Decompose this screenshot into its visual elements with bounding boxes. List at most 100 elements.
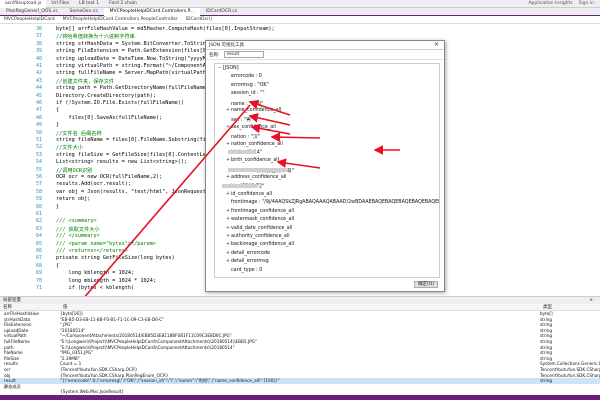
- json-node-label: nation_confidence_all: [231, 141, 283, 147]
- code-line[interactable]: Directory.CreateDirectory(path);: [56, 93, 156, 99]
- nav-dropdown[interactable]: IDCardOcr(): [182, 17, 217, 22]
- json-node-label: errorcode : 0: [231, 74, 262, 80]
- json-tree-node[interactable]: name : "甩甩": [226, 100, 263, 107]
- column-type[interactable]: 类型: [540, 304, 600, 310]
- code-line[interactable]: //文件名 后缀名称: [56, 130, 102, 137]
- json-tree-node[interactable]: session_id : "": [226, 91, 265, 96]
- json-tree-view[interactable]: −[JSON] errorcode : 0 errormsg : "OK" sessi…: [214, 63, 440, 278]
- navigation-bar: MVCPeopleHelpIDCard MVCPeopleHelpIDCard.C…: [0, 16, 600, 24]
- line-number: 37: [35, 33, 42, 40]
- json-tree-node[interactable]: +backimage_confidence_all: [226, 242, 294, 247]
- json-tree-node[interactable]: +detail_errorcode: [226, 251, 270, 256]
- json-tree-node[interactable]: address : "云南省昆明市 号": [226, 167, 294, 174]
- json-visualizer-dialog: JSON 可视化工具 × 名称: result −[JSON] errorcode…: [205, 40, 445, 292]
- code-line[interactable]: /// 获取文件大小: [56, 226, 100, 233]
- json-node-label: birth_confidence_all: [231, 158, 279, 164]
- json-node-label: authority_confidence_all: [231, 234, 290, 239]
- code-line[interactable]: //创建文件夹，保存文件: [56, 78, 114, 85]
- code-line[interactable]: files[0].SaveAs(fullFileName);: [56, 115, 162, 121]
- title-tab[interactable]: LB test 1: [74, 0, 104, 8]
- json-tree-node[interactable]: birth : "1 14": [226, 150, 262, 156]
- code-line[interactable]: if (bytes < kblength): [56, 285, 134, 291]
- json-tree-node[interactable]: +nation_confidence_all: [226, 142, 283, 147]
- code-line[interactable]: OCR ocr = new OCR(fullFileName,2);: [56, 174, 162, 180]
- line-number: 60: [35, 203, 42, 210]
- document-tab[interactable]: PlanRegGenerl_OOS.cs: [0, 8, 64, 16]
- code-line[interactable]: if (!System.IO.File.Exists(fullFileName)…: [56, 100, 184, 106]
- code-line[interactable]: }: [56, 122, 59, 128]
- document-tab[interactable]: SomeGen.cs: [64, 8, 104, 16]
- json-tree-node[interactable]: errorcode : 0: [226, 74, 262, 79]
- code-line[interactable]: /// <summary>: [56, 218, 97, 224]
- document-tab[interactable]: MVCPeopleHelpIDCard.Controllers.P...: [103, 7, 200, 16]
- line-number: 68: [35, 262, 42, 269]
- title-right-item[interactable]: Sign in: [579, 1, 594, 6]
- code-line[interactable]: string fullFileName = Server.MapPath(vir…: [56, 70, 212, 76]
- code-line[interactable]: string path = Path.GetDirectoryName(full…: [56, 85, 212, 91]
- code-line[interactable]: //调用OCR识别: [56, 167, 92, 174]
- title-tab[interactable]: asnlfileupload.js: [0, 0, 47, 8]
- json-tree-node[interactable]: +frontimage_confidence_all: [226, 209, 294, 214]
- code-line[interactable]: string fileSize = GetFileSize(files[0].C…: [56, 152, 225, 158]
- title-right-group: Application Insights Sign in: [528, 1, 600, 6]
- json-tree-node[interactable]: +sex_confidence_all: [226, 125, 276, 130]
- code-line[interactable]: {: [56, 107, 59, 113]
- document-tab[interactable]: IDCardOCR.cs: [200, 8, 243, 16]
- line-number: 38: [35, 40, 42, 47]
- code-line[interactable]: long mbLength = 1024 * 1024;: [56, 278, 155, 284]
- expression-label: 名称:: [209, 52, 220, 58]
- json-node-label: detail_errorcode: [231, 250, 270, 256]
- close-icon[interactable]: ×: [589, 297, 597, 304]
- json-tree-node[interactable]: card_type : 0: [226, 268, 262, 273]
- redaction-mask: [222, 183, 259, 188]
- json-tree-node[interactable]: +authority_confidence_all: [226, 234, 290, 239]
- code-line[interactable]: long kblength = 1024;: [56, 270, 134, 276]
- line-number: 69: [35, 270, 42, 277]
- code-line[interactable]: private string GetFileSize(long bytes): [56, 255, 175, 261]
- line-number: 49: [35, 122, 42, 129]
- json-tree-node[interactable]: sex : "男": [226, 116, 253, 123]
- title-right-item[interactable]: Application Insights: [528, 1, 572, 6]
- line-number: 64: [35, 233, 42, 240]
- json-tree-node[interactable]: nation : "汉": [226, 133, 260, 140]
- code-line[interactable]: string uploadDate = DateTime.Now.ToStrin…: [56, 56, 225, 62]
- json-tree-node[interactable]: frontimage : "/9j/4AAQSkZJRgABAQAAAQABAA…: [226, 200, 439, 205]
- json-tree-node[interactable]: +detail_errormsg: [226, 259, 269, 264]
- code-line[interactable]: /// </summary>: [56, 233, 100, 239]
- code-line[interactable]: List<string> results = new List<string>(…: [56, 159, 187, 165]
- code-line[interactable]: results.Add(ocr.result);: [56, 181, 131, 187]
- json-tree-node[interactable]: +valid_date_confidence_all: [226, 226, 292, 231]
- line-number: 54: [35, 159, 42, 166]
- expression-field[interactable]: result: [223, 51, 264, 58]
- code-line[interactable]: byte[] arrFileHashValue = md5Hasher.Comp…: [56, 26, 275, 32]
- dialog-title: JSON 可视化工具: [209, 43, 245, 48]
- code-line[interactable]: {: [56, 263, 59, 269]
- code-line[interactable]: //将哈希值转换为十六进制字符串: [56, 33, 135, 40]
- json-node-label: session_id : "": [231, 91, 265, 97]
- code-line[interactable]: /// <returns></returns>: [56, 248, 128, 254]
- redaction-mask: [228, 150, 257, 154]
- title-tab[interactable]: Url Files: [46, 0, 74, 8]
- json-tree-node[interactable]: +id_confidence_all: [226, 192, 272, 197]
- close-icon[interactable]: ×: [432, 41, 441, 49]
- title-tab[interactable]: Ford 2 chain: [104, 0, 142, 8]
- code-line[interactable]: /// <param name="bytes"></param>: [56, 241, 156, 247]
- line-number: 46: [35, 100, 42, 106]
- code-line[interactable]: }: [56, 204, 59, 210]
- json-tree-node[interactable]: +birth_confidence_all: [226, 158, 279, 163]
- ok-button[interactable]: 确定(O): [414, 281, 438, 288]
- nav-dropdown[interactable]: MVCPeopleHelpIDCard: [0, 17, 59, 22]
- column-value[interactable]: 值: [60, 304, 540, 310]
- panel-title: 局部变量: [3, 298, 21, 303]
- code-line[interactable]: //文件大小: [56, 144, 83, 151]
- json-tree-node[interactable]: −[JSON]: [218, 66, 239, 71]
- json-tree-node[interactable]: +watermask_confidence_all: [226, 217, 294, 222]
- json-tree-node[interactable]: errormsg : "OK": [226, 83, 269, 88]
- code-line[interactable]: return obj;: [56, 196, 90, 202]
- json-node-label: sex_confidence_all: [231, 124, 276, 130]
- json-tree-node[interactable]: +address_confidence_all: [226, 175, 287, 180]
- json-tree-node[interactable]: id : "5303 72": [222, 183, 264, 189]
- nav-dropdown[interactable]: MVCPeopleHelpIDCard.Controllers.PeopleCo…: [59, 17, 182, 22]
- column-name[interactable]: 名称: [0, 304, 60, 310]
- json-tree-node[interactable]: +name_confidence_all: [226, 108, 281, 113]
